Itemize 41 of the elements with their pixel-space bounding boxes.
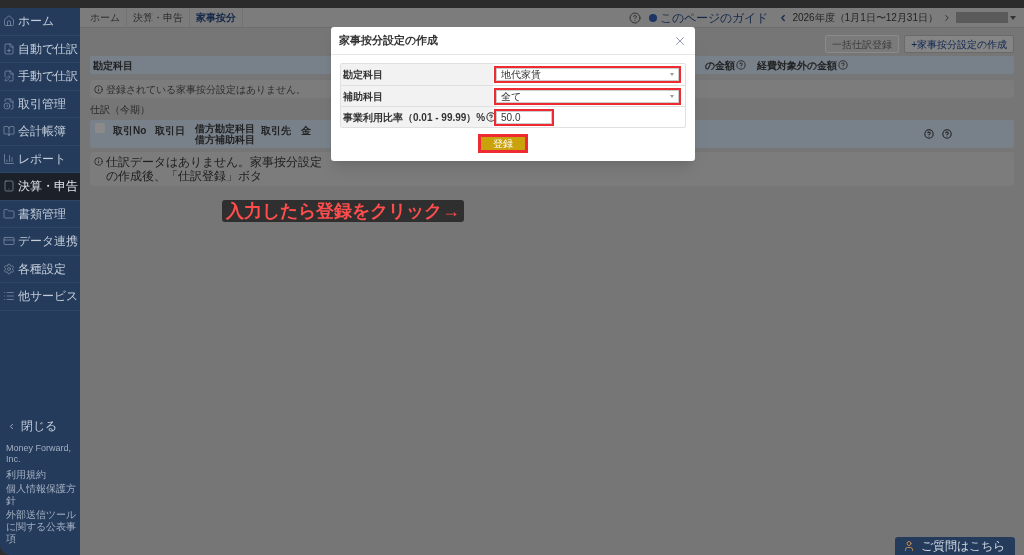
- close-link[interactable]: 閉じる: [0, 417, 80, 435]
- chart-icon: [3, 152, 15, 165]
- input-field[interactable]: 50.0: [496, 110, 552, 124]
- tablet-icon: [3, 180, 15, 193]
- footer-link[interactable]: 個人情報保護方針: [0, 483, 80, 507]
- settings-icon: [3, 262, 15, 275]
- caret-icon[interactable]: [1010, 15, 1016, 20]
- file-pen-icon: [3, 70, 15, 83]
- modal-title: 家事按分設定の作成: [339, 33, 439, 49]
- caret-icon: [670, 94, 674, 98]
- footer-link[interactable]: 外部送信ツールに関する公表事項: [0, 509, 80, 545]
- select-field[interactable]: 地代家賃: [496, 68, 679, 81]
- sidebar-item[interactable]: 決算・申告: [0, 173, 80, 201]
- folder-icon: [3, 207, 15, 220]
- home-icon: [3, 15, 15, 28]
- annotation-text: 入力したら登録をクリック→: [222, 200, 464, 222]
- fiscal-period: 2026年度（1月1日〜12月31日）: [792, 11, 938, 25]
- info-icon: [94, 84, 103, 94]
- card-icon: [3, 235, 15, 248]
- select-field[interactable]: 全て: [496, 89, 679, 103]
- chevron-left-icon: [7, 421, 16, 431]
- book-icon: [3, 125, 15, 138]
- help-icon[interactable]: [486, 112, 497, 122]
- file-clock-icon: [3, 97, 15, 110]
- help-icon[interactable]: [942, 129, 952, 139]
- field-label: 補助科目: [343, 89, 383, 104]
- action-button[interactable]: +家事按分設定の作成: [904, 35, 1014, 53]
- info-icon: [94, 157, 103, 166]
- caret-icon: [670, 73, 674, 76]
- empty-message: 仕訳データはありません。家事按分設定の作成後、「仕訳登録」ボタ: [106, 155, 323, 183]
- footer-link[interactable]: 利用規約: [0, 469, 80, 481]
- breadcrumb-link[interactable]: 家事按分: [190, 7, 243, 28]
- company-name: Money Forward, Inc.: [5, 443, 73, 465]
- person-icon: [903, 540, 915, 552]
- next-icon[interactable]: [942, 12, 952, 23]
- help-chat-button[interactable]: ご質問はこちら: [895, 537, 1015, 555]
- guide-link[interactable]: このページのガイド: [660, 8, 769, 27]
- help-icon[interactable]: [924, 129, 934, 139]
- file-plus-icon: [3, 42, 15, 55]
- empty-message: 登録されている家事按分設定はありません。: [106, 82, 306, 97]
- list-icon: [3, 290, 15, 303]
